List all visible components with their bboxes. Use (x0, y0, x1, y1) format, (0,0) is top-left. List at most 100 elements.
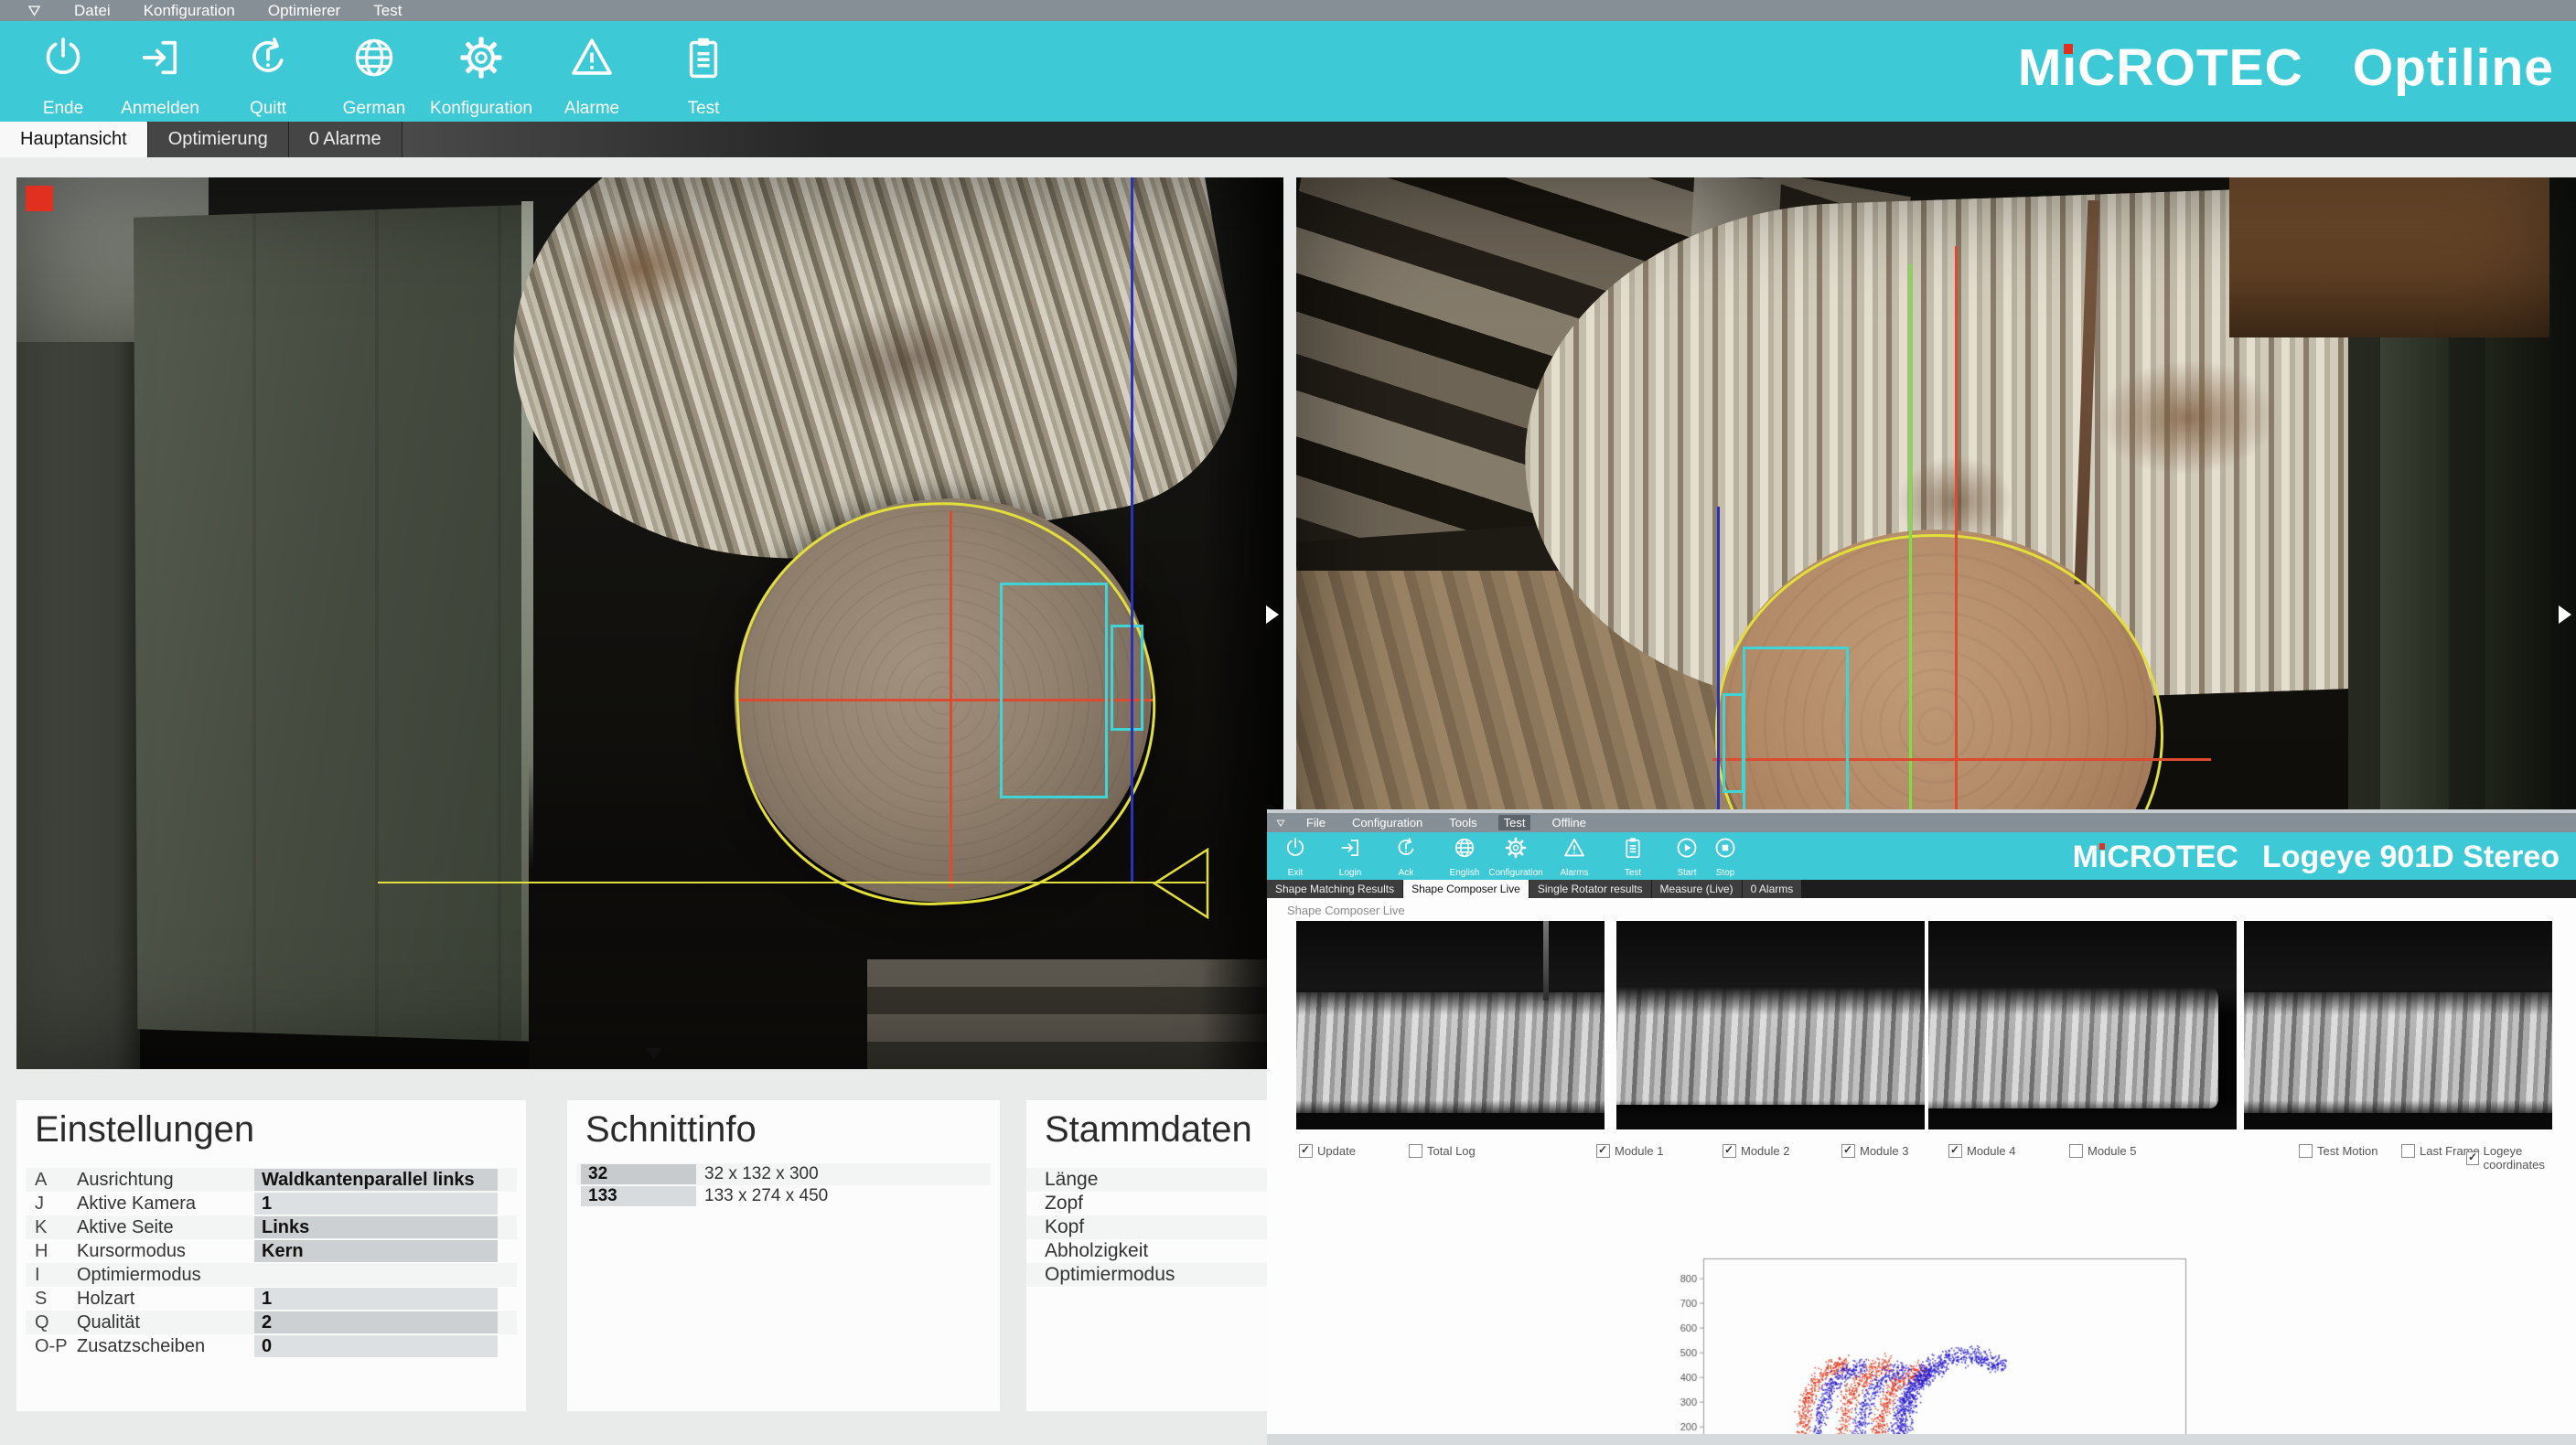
checkbox-box[interactable] (1409, 1144, 1422, 1158)
nav-arrow-icon[interactable] (1276, 819, 1285, 828)
option-checkbox[interactable]: Module 5 (2069, 1144, 2136, 1158)
settings-row[interactable]: H Kursormodus Kern (26, 1239, 517, 1263)
microtec-logeye-logo: MiCROTEC Logeye 901D Stereo (2073, 840, 2560, 875)
logeye-tab[interactable]: Measure (Live) (1652, 880, 1743, 898)
checkbox-box[interactable] (2466, 1151, 2479, 1165)
menu-item[interactable]: Offline (1546, 815, 1591, 830)
cut-row[interactable]: 133 133 x 274 x 450 (576, 1185, 991, 1207)
stem-label: Zopf (1045, 1193, 1083, 1215)
camera-thumbnail[interactable] (1928, 921, 2237, 1129)
checkbox-box[interactable] (1841, 1144, 1855, 1158)
cut-thickness: 133 (581, 1186, 696, 1206)
settings-row[interactable]: Q Qualität 2 (26, 1311, 517, 1334)
toolbar-button[interactable]: Ack (1378, 836, 1434, 878)
checkbox-box[interactable] (1948, 1144, 1962, 1158)
cut-row[interactable]: 32 32 x 132 x 300 (576, 1163, 991, 1185)
setting-label: Ausrichtung (77, 1170, 263, 1191)
logeye-tab[interactable]: Shape Composer Live (1403, 880, 1530, 898)
option-checkbox[interactable]: Test Motion (2299, 1144, 2377, 1158)
setting-value: Kern (254, 1240, 498, 1262)
menu-item[interactable]: File (1301, 815, 1331, 830)
settings-row[interactable]: K Aktive Seite Links (26, 1215, 517, 1239)
setting-label: Aktive Kamera (77, 1193, 263, 1215)
logeye-tab[interactable]: Single Rotator results (1530, 880, 1652, 898)
toolbar-button-label: German (343, 100, 406, 118)
thumbnail-shadow-bottom (1928, 1100, 2237, 1129)
main-tab[interactable]: 0 Alarme (289, 122, 402, 157)
setting-value (254, 1264, 498, 1286)
toolbar-button-icon (1675, 836, 1699, 864)
checkbox-box[interactable] (1596, 1144, 1610, 1158)
option-checkbox[interactable]: Update (1299, 1144, 1356, 1158)
checkbox-box[interactable] (1723, 1144, 1736, 1158)
shortcut-key: A (26, 1170, 77, 1191)
setting-label: Aktive Seite (77, 1217, 263, 1238)
menu-item[interactable]: Konfiguration (144, 2, 235, 20)
toolbar-button[interactable]: Configuration (1487, 836, 1544, 878)
einstellungen-panel: Einstellungen A Ausrichtung Waldkantenpa… (16, 1100, 526, 1411)
thumbnail-shadow-bottom (1296, 1100, 1605, 1129)
camera-view-left[interactable] (16, 177, 1283, 1069)
toolbar-button[interactable]: Alarme (538, 34, 646, 118)
toolbar-button[interactable]: Alarms (1546, 836, 1603, 878)
checkbox-label: Module 4 (1967, 1144, 2015, 1158)
option-checkbox[interactable]: Module 1 (1596, 1144, 1663, 1158)
settings-row[interactable]: O-P Zusatzscheiben 0 (26, 1334, 517, 1358)
cut-rows: 32 32 x 132 x 300 133 133 x 274 x 450 (576, 1163, 991, 1207)
setting-value: Waldkantenparallel links (254, 1169, 498, 1191)
logeye-tab[interactable]: Shape Matching Results (1267, 880, 1403, 898)
main-tab[interactable]: Hauptansicht (0, 122, 148, 157)
checkbox-box[interactable] (2401, 1144, 2415, 1158)
menu-item[interactable]: Optimierer (268, 2, 340, 20)
menu-item[interactable]: Test (373, 2, 402, 20)
toolbar-button[interactable]: Stop (1697, 836, 1754, 878)
toolbar-button-label: Alarme (564, 100, 619, 118)
menu-item[interactable]: Configuration (1347, 815, 1428, 830)
menu-item[interactable]: Test (1498, 815, 1531, 830)
main-tab[interactable]: Optimierung (148, 122, 289, 157)
menu-item[interactable]: Tools (1444, 815, 1482, 830)
camera-thumbnail[interactable] (1296, 921, 1605, 1129)
toolbar-button-label: Quitt (250, 100, 286, 118)
checkbox-box[interactable] (2069, 1144, 2083, 1158)
settings-row[interactable]: I Optimiermodus (26, 1263, 517, 1287)
option-checkbox[interactable]: Module 4 (1948, 1144, 2015, 1158)
shortcut-key: H (26, 1241, 77, 1262)
toolbar-button[interactable]: Anmelden (106, 34, 214, 118)
toolbar-button[interactable]: Konfiguration (427, 34, 535, 118)
settings-row[interactable]: S Holzart 1 (26, 1287, 517, 1311)
thumbnail-shadow-top (1616, 921, 1925, 1015)
option-checkbox[interactable]: Module 3 (1841, 1144, 1908, 1158)
toolbar-button[interactable]: Quitt (214, 34, 322, 118)
toolbar-button[interactable]: German (320, 34, 428, 118)
tabstrip-filler (402, 122, 832, 157)
toolbar-button[interactable]: English (1436, 836, 1493, 878)
shortcut-key: I (26, 1265, 77, 1286)
settings-row[interactable]: J Aktive Kamera 1 (26, 1192, 517, 1215)
option-checkbox[interactable]: Logeye coordinates (2466, 1144, 2576, 1172)
menu-item[interactable]: Datei (74, 2, 111, 20)
toolbar-button[interactable]: Login (1322, 836, 1379, 878)
stem-label: Optimiermodus (1045, 1264, 1175, 1286)
panel-title: Schnittinfo (585, 1109, 757, 1151)
toolbar-button[interactable]: Test (649, 34, 757, 118)
settings-row[interactable]: A Ausrichtung Waldkantenparallel links (26, 1168, 517, 1192)
nav-arrow-icon[interactable] (27, 4, 41, 17)
option-checkbox[interactable]: Total Log (1409, 1144, 1476, 1158)
logeye-tab[interactable]: 0 Alarms (1743, 880, 1803, 898)
main-tab-strip: Hauptansicht Optimierung 0 Alarme (0, 122, 2576, 157)
option-checkbox[interactable]: Module 2 (1723, 1144, 1789, 1158)
toolbar-button[interactable]: Exit (1267, 836, 1324, 878)
toolbar-button[interactable]: Test (1605, 836, 1661, 878)
camera-thumbnail[interactable] (1616, 921, 1925, 1129)
camera-thumbnail[interactable] (2244, 921, 2552, 1129)
checkbox-box[interactable] (2299, 1144, 2313, 1158)
cut-dimensions: 32 x 132 x 300 (704, 1164, 819, 1184)
checkbox-box[interactable] (1299, 1144, 1313, 1158)
checkbox-label: Test Motion (2317, 1144, 2377, 1158)
setting-label: Qualität (77, 1312, 263, 1333)
toolbar-button-icon (1283, 836, 1307, 864)
logeye-tab-strip: Shape Matching Results Shape Composer Li… (1267, 880, 2576, 898)
main-toolbar: Ende Anmelden Quitt German Konfiguration (0, 21, 2576, 122)
toolbar-button[interactable]: Ende (9, 34, 117, 118)
